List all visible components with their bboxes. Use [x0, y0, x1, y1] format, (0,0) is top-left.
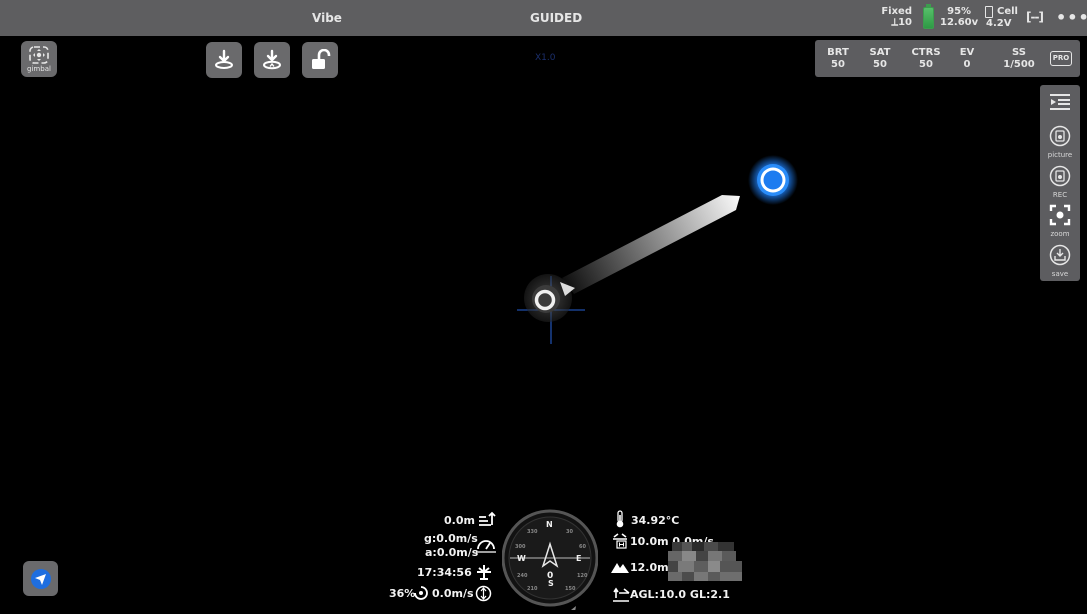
temperature-value: 34.92°C — [631, 514, 680, 527]
flight-time-value: 17:34:56 — [417, 566, 472, 579]
compass-60: 60 — [579, 544, 586, 550]
compass-300: 300 — [515, 544, 526, 550]
compass-120: 120 — [577, 573, 588, 579]
compass-north: N — [546, 520, 553, 529]
air-speed-value: a:0.0m/s — [425, 546, 479, 559]
vertical-speed-icon — [475, 585, 492, 602]
flight-time-icon — [477, 565, 491, 580]
navigate-button[interactable] — [23, 561, 58, 596]
compass-30: 30 — [566, 529, 573, 535]
compass-210: 210 — [527, 586, 538, 592]
throttle-value: 36% — [389, 587, 416, 600]
compass-west: W — [517, 554, 526, 563]
vertical-speed-value: 0.0m/s — [432, 587, 474, 600]
compass-240: 240 — [517, 573, 528, 579]
compass-330: 330 — [527, 529, 538, 535]
compass-150: 150 — [565, 586, 576, 592]
agl-icon — [613, 587, 630, 602]
terrain-altitude-value: 12.0m — [630, 561, 669, 574]
waypoint-marker[interactable] — [748, 155, 798, 205]
heading-beam — [562, 195, 740, 294]
altitude-icon — [479, 511, 496, 526]
home-distance-icon — [613, 533, 627, 549]
agl-value: AGL:10.0 GL:2.1 — [630, 588, 730, 601]
thermometer-icon — [616, 510, 624, 528]
altitude-value: 0.0m — [444, 514, 475, 527]
navigate-icon — [30, 568, 51, 589]
terrain-icon — [611, 563, 629, 573]
ground-speed-value: g:0.0m/s — [424, 532, 478, 545]
speedometer-icon — [476, 540, 496, 553]
throttle-icon — [414, 586, 428, 600]
redacted-coordinates — [668, 542, 744, 582]
compass-east: E — [576, 554, 582, 563]
heading-value: 0 — [547, 571, 554, 581]
